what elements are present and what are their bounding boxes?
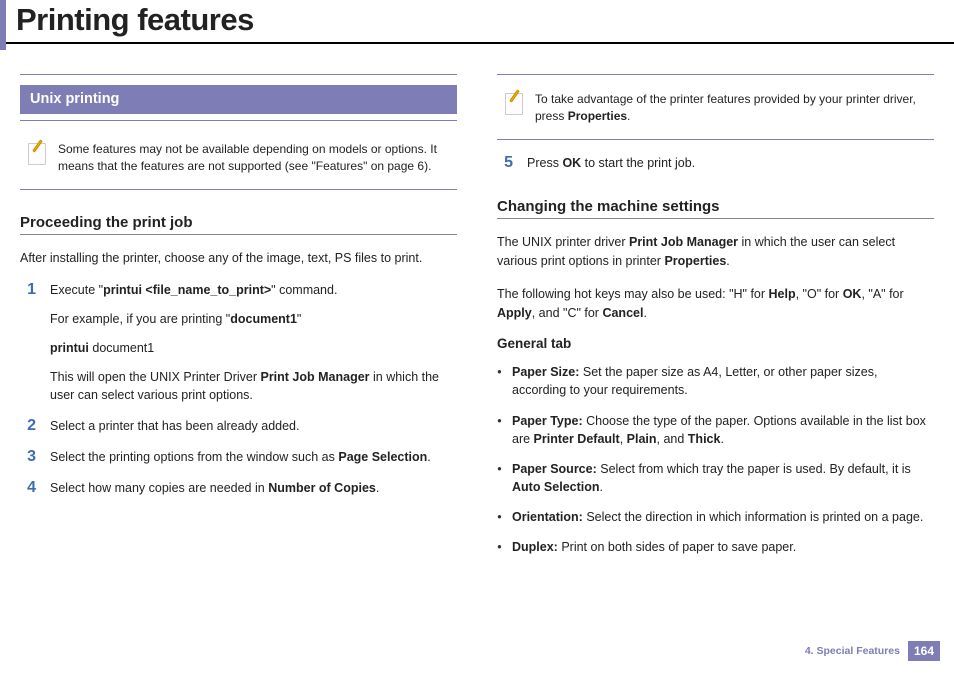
bullet-dot: •	[497, 412, 502, 448]
step-number: 5	[497, 154, 513, 173]
sub-subheading-general: General tab	[497, 336, 934, 351]
step-body: Execute "printui <file_name_to_print>" c…	[50, 281, 457, 405]
step-number: 2	[20, 417, 36, 436]
steps-list: 1 Execute "printui <file_name_to_print>"…	[20, 281, 457, 497]
bullet-dot: •	[497, 538, 502, 556]
bullet-item: • Duplex: Print on both sides of paper t…	[497, 538, 934, 556]
accent-bar	[0, 0, 6, 50]
step-3: 3 Select the printing options from the w…	[20, 448, 457, 467]
note-icon	[26, 141, 48, 167]
step-4: 4 Select how many copies are needed in N…	[20, 479, 457, 498]
content-columns: Unix printing Some features may not be a…	[0, 74, 954, 568]
bullet-item: • Paper Size: Set the paper size as A4, …	[497, 363, 934, 399]
subheading-proceeding: Proceeding the print job	[20, 214, 457, 231]
bullet-item: • Orientation: Select the direction in w…	[497, 508, 934, 526]
subheading-divider	[20, 234, 457, 235]
note-text: To take advantage of the printer feature…	[535, 91, 928, 125]
bullet-body: Paper Source: Select from which tray the…	[512, 460, 934, 496]
step-body: Select the printing options from the win…	[50, 448, 457, 467]
bullet-item: • Paper Source: Select from which tray t…	[497, 460, 934, 496]
paragraph: The following hot keys may also be used:…	[497, 285, 934, 323]
footer-page-number: 164	[908, 641, 940, 661]
bullet-dot: •	[497, 363, 502, 399]
page-title: Printing features	[0, 0, 954, 42]
subheading-changing: Changing the machine settings	[497, 198, 934, 215]
column-top-rule	[497, 74, 934, 75]
left-column: Unix printing Some features may not be a…	[20, 74, 457, 568]
step-number: 4	[20, 479, 36, 498]
column-top-rule	[20, 74, 457, 75]
steps-list-cont: 5 Press OK to start the print job.	[497, 154, 934, 173]
title-divider	[0, 42, 954, 44]
right-column: To take advantage of the printer feature…	[497, 74, 934, 568]
bullet-list: • Paper Size: Set the paper size as A4, …	[497, 363, 934, 556]
paragraph: The UNIX printer driver Print Job Manage…	[497, 233, 934, 271]
bullet-body: Orientation: Select the direction in whi…	[512, 508, 934, 526]
step-2: 2 Select a printer that has been already…	[20, 417, 457, 436]
step-5: 5 Press OK to start the print job.	[497, 154, 934, 173]
note-box: To take advantage of the printer feature…	[497, 85, 934, 135]
step-body: Select how many copies are needed in Num…	[50, 479, 457, 498]
subheading-divider	[497, 218, 934, 219]
intro-paragraph: After installing the printer, choose any…	[20, 249, 457, 268]
footer-chapter: 4. Special Features	[805, 645, 900, 657]
banner-bottom-rule	[20, 120, 457, 121]
step-body: Select a printer that has been already a…	[50, 417, 457, 436]
note-divider	[20, 189, 457, 190]
bullet-body: Paper Type: Choose the type of the paper…	[512, 412, 934, 448]
note-icon	[503, 91, 525, 117]
bullet-dot: •	[497, 460, 502, 496]
bullet-body: Duplex: Print on both sides of paper to …	[512, 538, 934, 556]
note-divider	[497, 139, 934, 140]
bullet-body: Paper Size: Set the paper size as A4, Le…	[512, 363, 934, 399]
page-footer: 4. Special Features 164	[805, 641, 940, 661]
step-number: 1	[20, 281, 36, 405]
note-text: Some features may not be available depen…	[58, 141, 451, 175]
section-banner-unix: Unix printing	[20, 85, 457, 114]
step-body: Press OK to start the print job.	[527, 154, 934, 173]
bullet-dot: •	[497, 508, 502, 526]
step-number: 3	[20, 448, 36, 467]
bullet-item: • Paper Type: Choose the type of the pap…	[497, 412, 934, 448]
note-box: Some features may not be available depen…	[20, 135, 457, 185]
step-1: 1 Execute "printui <file_name_to_print>"…	[20, 281, 457, 405]
